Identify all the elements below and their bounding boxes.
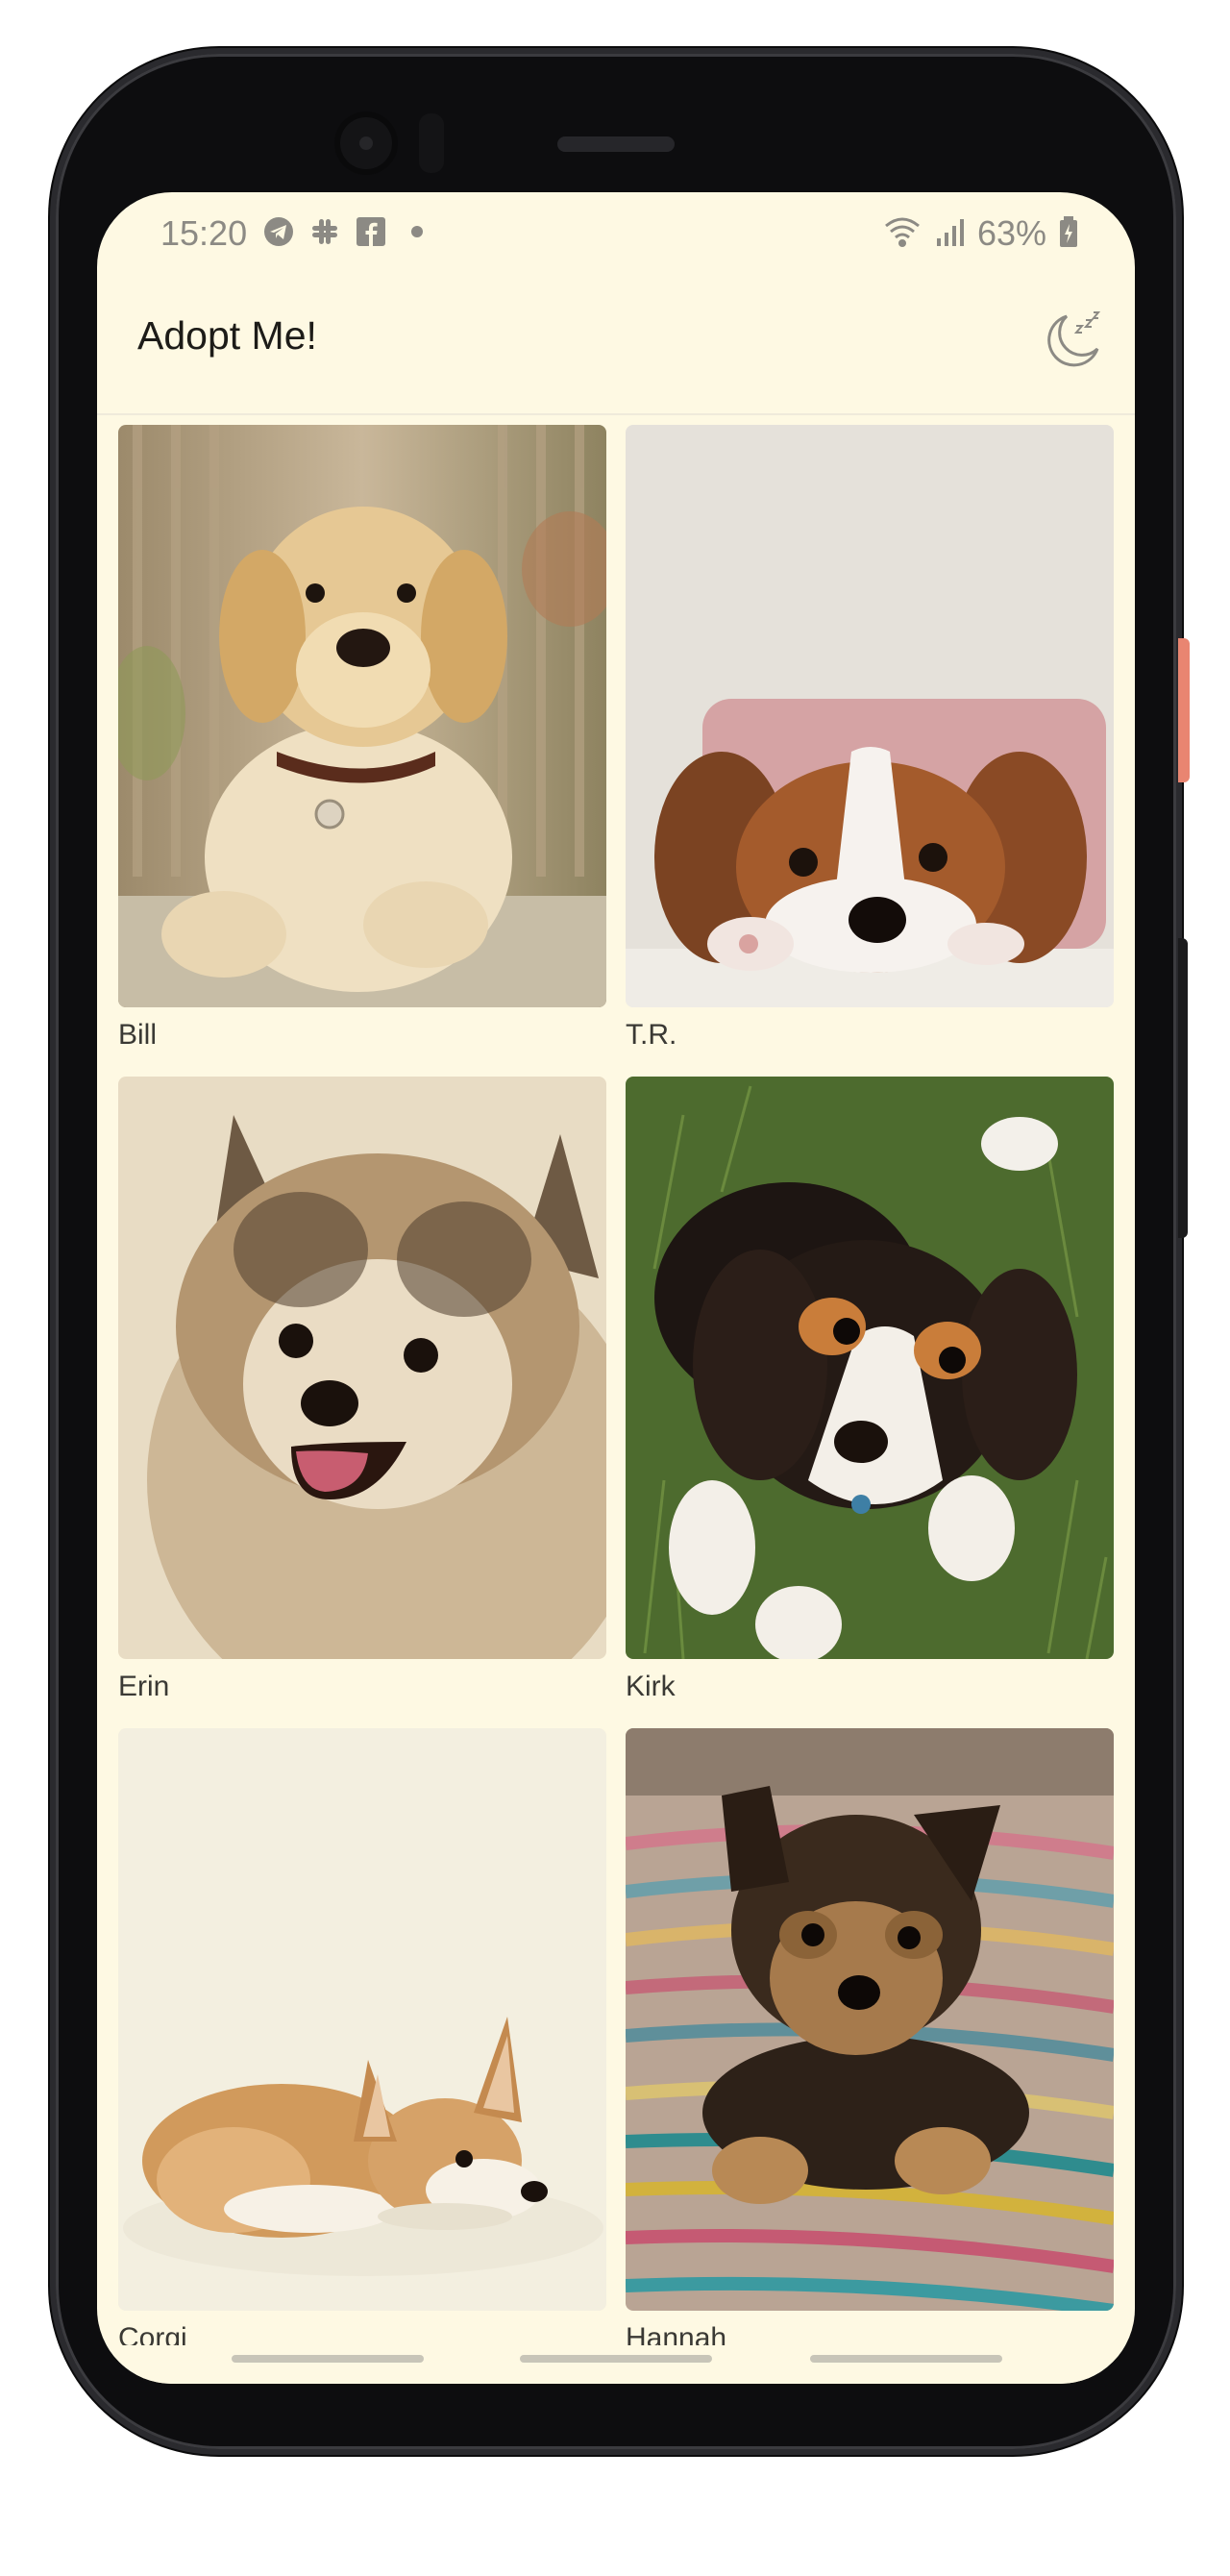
pet-photo [626, 1728, 1114, 2311]
pet-photo [626, 425, 1114, 1007]
pet-name: Erin [118, 1671, 170, 1702]
status-bar: 15:20 63% [97, 192, 1135, 275]
gesture-nav-bar [97, 2345, 1135, 2384]
pet-photo [118, 1077, 606, 1659]
app-title: Adopt Me! [137, 313, 317, 358]
nav-handle[interactable] [232, 2355, 424, 2363]
pet-name: Bill [118, 1019, 158, 1051]
pet-photo [118, 425, 606, 1007]
facebook-icon [355, 215, 387, 248]
signal-icon [933, 215, 966, 253]
pet-photo [118, 1728, 606, 2311]
battery-icon [1058, 215, 1079, 253]
battery-percent: 63% [976, 213, 1046, 253]
notification-icons [262, 215, 433, 248]
pet-card-tr[interactable]: T.R. [626, 425, 1114, 1051]
pet-card-bill[interactable]: Bill [118, 425, 606, 1051]
pet-card-corgi[interactable]: Corgi [118, 1728, 606, 2354]
nav-handle[interactable] [810, 2355, 1002, 2363]
telegram-icon [262, 215, 295, 248]
pet-card-hannah[interactable]: Hannah [626, 1728, 1114, 2354]
volume-button [1178, 938, 1188, 1238]
wifi-icon [883, 215, 922, 253]
system-status: 63% [883, 213, 1079, 254]
app-bar: Adopt Me! [97, 275, 1135, 415]
pet-card-erin[interactable]: Erin [118, 1077, 606, 1702]
power-button [1178, 638, 1190, 782]
slack-icon [308, 215, 341, 248]
proximity-sensor [419, 113, 444, 173]
nav-handle[interactable] [520, 2355, 712, 2363]
pet-name: Kirk [626, 1671, 676, 1702]
dot-icon [401, 215, 433, 248]
moon-sleep-icon [1047, 311, 1101, 367]
status-time: 15:20 [160, 213, 248, 253]
pet-name: T.R. [626, 1019, 677, 1051]
screen: 15:20 63% Adopt Me! Bill T.R. Erin Kirk … [97, 192, 1135, 2384]
earpiece-speaker [557, 136, 675, 152]
front-camera [334, 111, 398, 175]
pet-photo [626, 1077, 1114, 1659]
pet-card-kirk[interactable]: Kirk [626, 1077, 1114, 1702]
theme-toggle-button[interactable] [1037, 306, 1106, 375]
